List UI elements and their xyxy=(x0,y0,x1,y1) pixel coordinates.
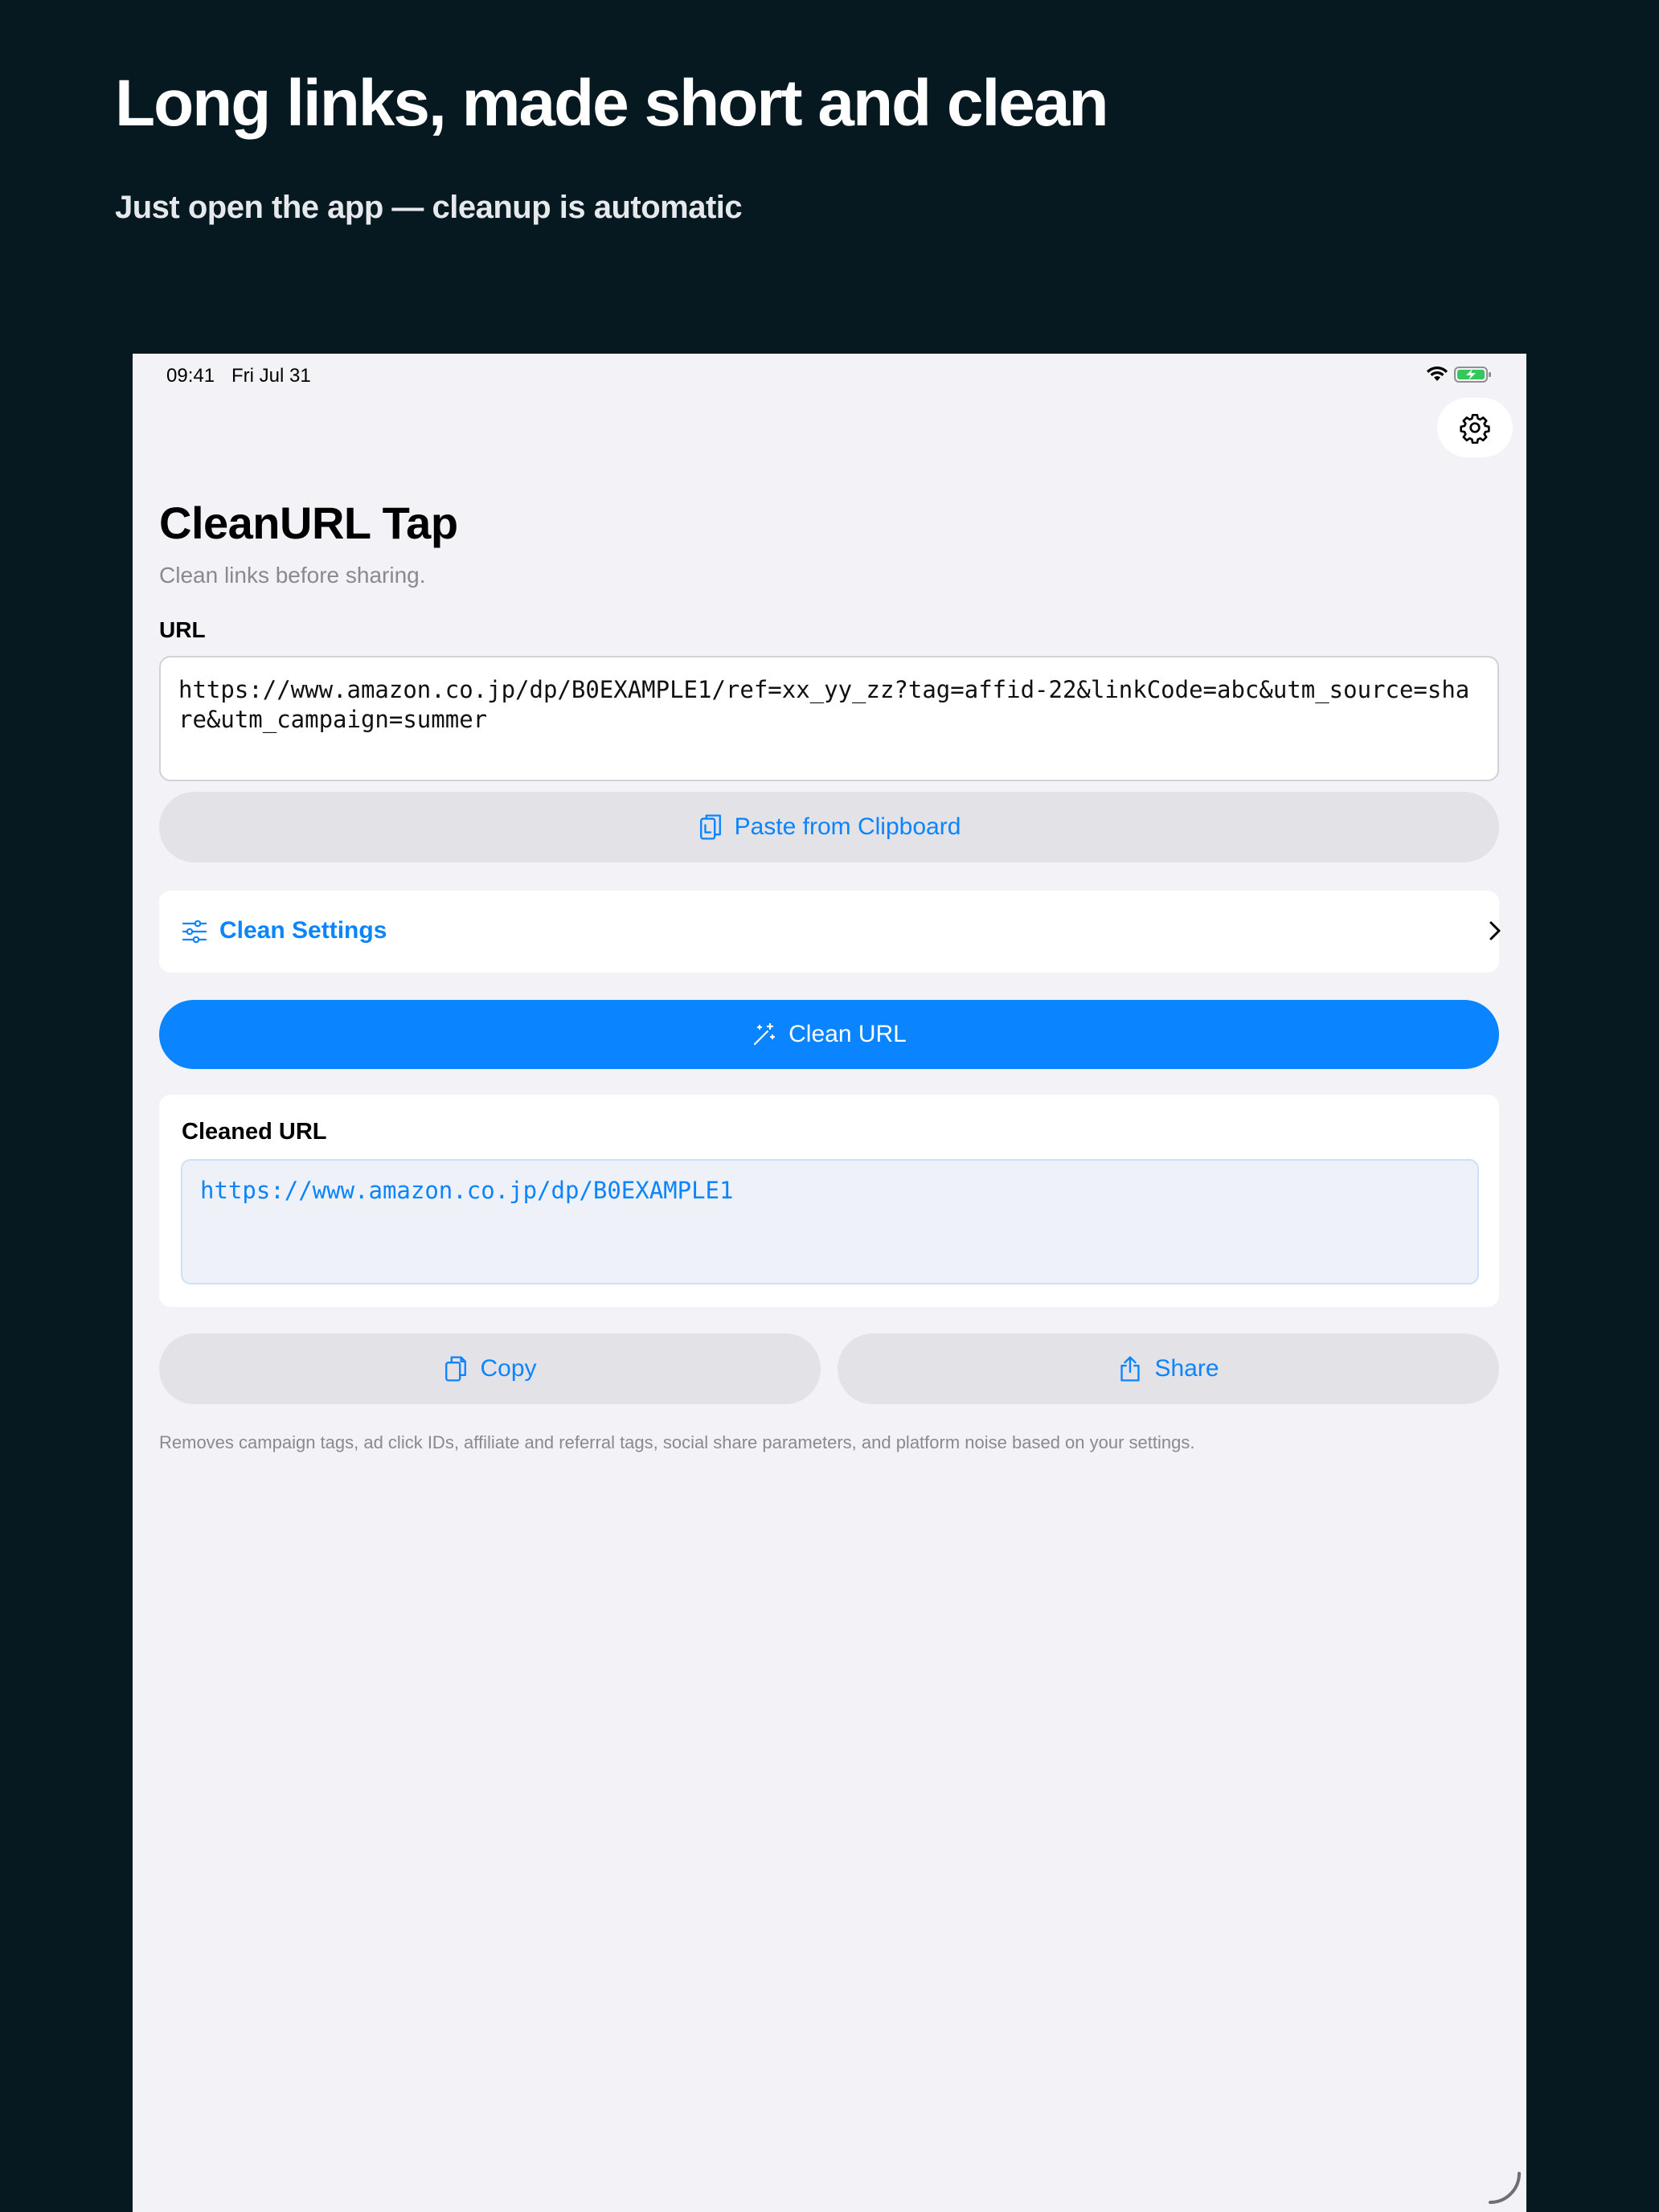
clean-settings-row[interactable]: Clean Settings xyxy=(159,891,1501,973)
wifi-icon xyxy=(1427,367,1448,381)
status-time: 09:41 xyxy=(166,365,215,387)
clean-settings-label: Clean Settings xyxy=(219,917,387,944)
marketing-headline: Long links, made short and clean xyxy=(115,67,1109,140)
copy-button-label: Copy xyxy=(480,1355,537,1382)
magic-wand-icon xyxy=(754,1022,776,1046)
page-title: CleanURL Tap xyxy=(159,498,458,548)
share-icon xyxy=(1120,1356,1141,1382)
page-subtitle: Clean links before sharing. xyxy=(159,563,426,588)
paste-from-clipboard-button[interactable]: Paste from Clipboard xyxy=(159,792,1499,862)
paste-button-label: Paste from Clipboard xyxy=(734,813,961,840)
cleaned-url-card: Cleaned URL https://www.amazon.co.jp/dp/… xyxy=(159,1095,1499,1307)
marketing-subheadline: Just open the app — cleanup is automatic xyxy=(115,190,743,225)
cleaned-url-label: Cleaned URL xyxy=(182,1119,327,1145)
sliders-icon xyxy=(182,920,207,944)
clean-url-button-label: Clean URL xyxy=(789,1021,907,1047)
share-button[interactable]: Share xyxy=(838,1333,1499,1404)
status-bar: 09:41 Fri Jul 31 xyxy=(133,354,1526,394)
app-screen: 09:41 Fri Jul 31 CleanURL Tap Clean link… xyxy=(133,354,1526,2212)
resize-corner-icon xyxy=(1489,2172,1521,2204)
chevron-right-icon xyxy=(1489,921,1501,940)
copy-icon xyxy=(445,1356,467,1382)
settings-button[interactable] xyxy=(1437,398,1513,457)
clipboard-icon xyxy=(699,814,721,840)
status-date: Fri Jul 31 xyxy=(231,365,311,387)
footnote: Removes campaign tags, ad click IDs, aff… xyxy=(159,1432,1195,1452)
share-button-label: Share xyxy=(1154,1355,1219,1382)
clean-url-button[interactable]: Clean URL xyxy=(159,1000,1499,1069)
gear-icon xyxy=(1460,414,1490,444)
cleaned-url-output[interactable]: https://www.amazon.co.jp/dp/B0EXAMPLE1 xyxy=(181,1159,1479,1284)
battery-charging-icon xyxy=(1454,367,1491,383)
url-input[interactable]: https://www.amazon.co.jp/dp/B0EXAMPLE1/r… xyxy=(159,656,1499,781)
copy-button[interactable]: Copy xyxy=(159,1333,821,1404)
url-field-label: URL xyxy=(159,617,206,642)
